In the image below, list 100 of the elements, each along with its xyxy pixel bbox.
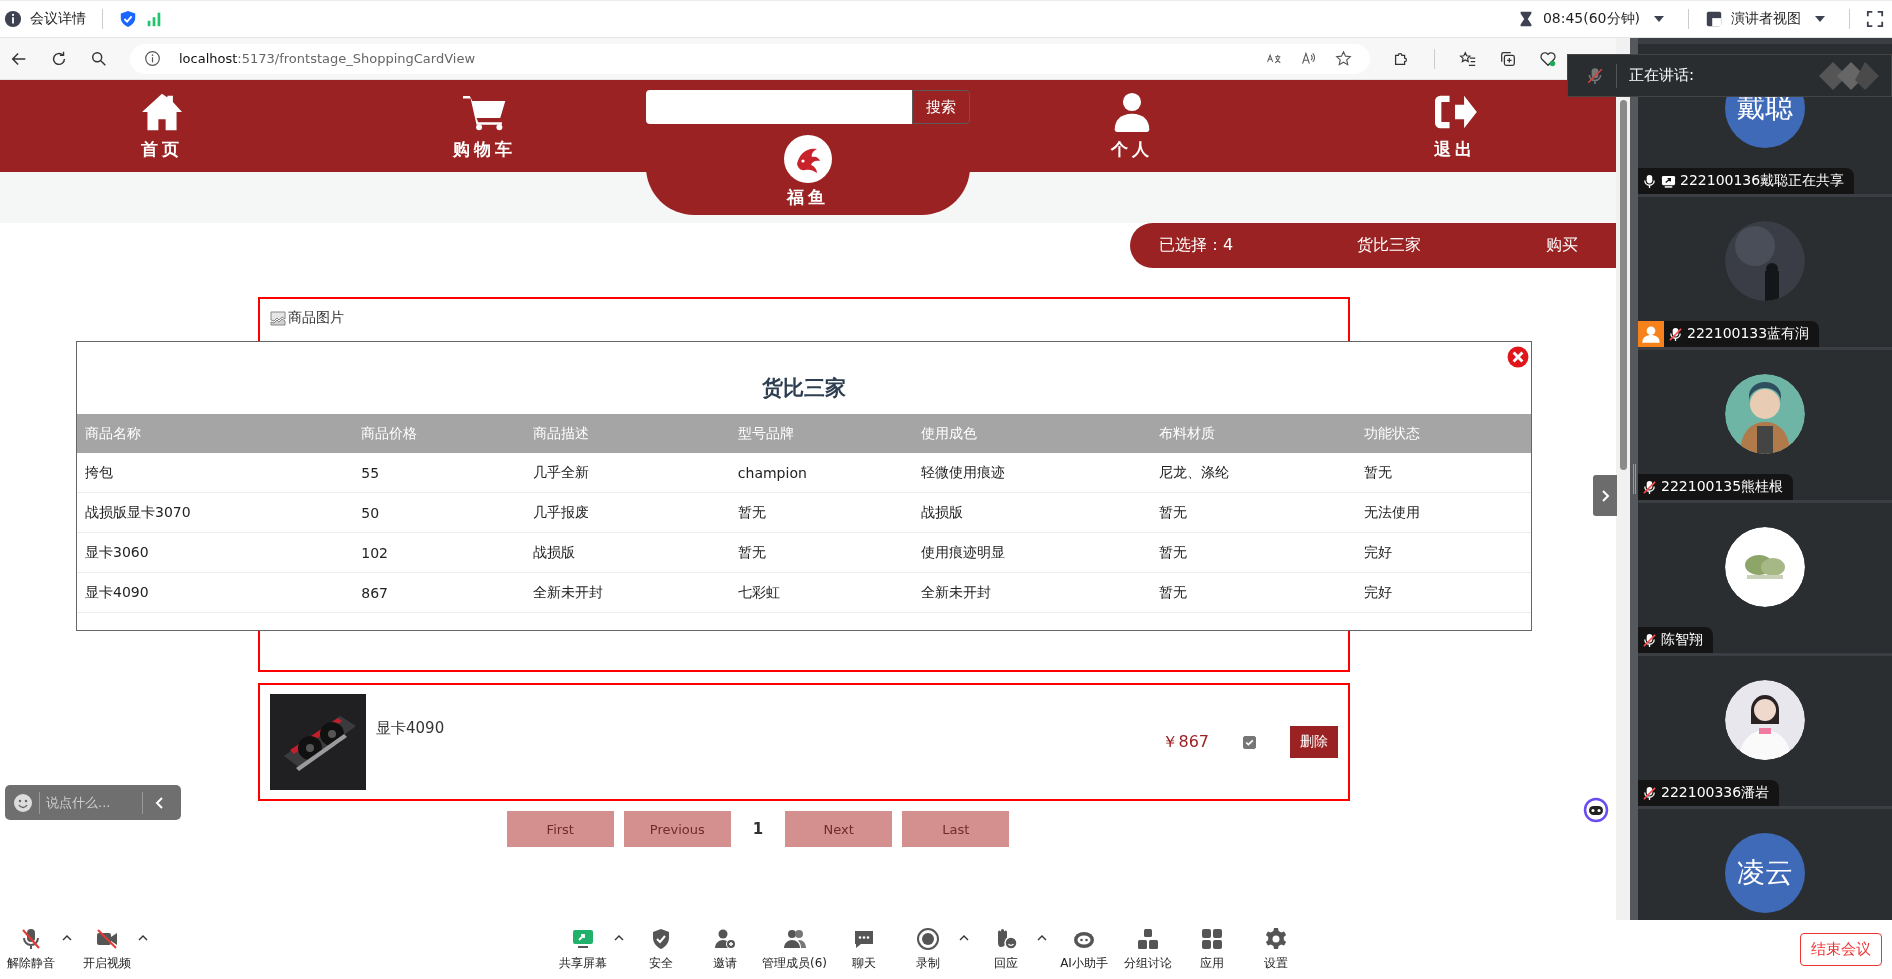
table-cell: 战损版 [913,492,1152,533]
close-icon[interactable] [1507,346,1529,368]
diamond-logo-icon [1819,61,1879,90]
toolbar-button[interactable]: 应用 [1181,923,1243,976]
selected-count: 已选择：4 [1159,235,1235,256]
toolbar-button[interactable]: 回应 [975,923,1037,976]
collapse-panel-button[interactable] [1593,475,1617,516]
table-cell: 显卡3060 [77,532,354,573]
toolbar-button[interactable]: 设置 [1245,923,1307,976]
table-cell: 几乎全新 [524,453,730,493]
address-bar[interactable]: localhost:5173/frontstage_ShoppingCardView [130,43,1370,74]
table-cell: 几乎报废 [524,492,730,533]
toolbar-button[interactable]: 开启视频 [76,923,138,976]
caret-icon[interactable] [959,935,969,941]
participant-label: 陈智翔 [1638,627,1713,653]
toolbar-button[interactable]: 分组讨论 [1117,923,1179,976]
delete-button[interactable]: 删除 [1290,726,1338,758]
caret-icon[interactable] [138,935,148,941]
page-button[interactable]: Last [902,811,1010,847]
current-page[interactable]: 1 [740,820,776,838]
dialog-title: 货比三家 [762,375,846,402]
buy-button[interactable]: 购买 [1546,235,1578,256]
microphone-muted-icon [19,927,43,951]
shield-check-icon[interactable] [119,10,137,28]
search-icon[interactable] [90,49,108,68]
column-header: 功能状态 [1356,414,1531,453]
grid-blocks-icon [1136,927,1160,951]
end-meeting-button[interactable]: 结束会议 [1800,933,1882,966]
url-text: localhost:5173/frontstage_ShoppingCardView [179,51,476,66]
chevron-right-icon[interactable] [1600,487,1610,504]
table-cell: 轻微使用痕迹 [913,453,1152,493]
fullscreen-icon[interactable] [1866,10,1884,28]
search-button[interactable]: 搜索 [912,90,970,124]
toolbar-button[interactable]: 管理成员(6) [758,923,831,976]
search-field[interactable] [646,90,912,124]
star-icon[interactable] [1335,50,1352,67]
toolbar-button[interactable]: 录制 [897,923,959,976]
info-icon[interactable] [144,50,161,67]
table-cell: 尼龙、涤纶 [1151,453,1357,493]
caret-icon[interactable] [1037,935,1047,941]
view-mode-selector[interactable]: 演讲者视图 [1731,10,1801,28]
caret-icon[interactable] [1654,16,1664,22]
nav-link[interactable]: 购物车 [453,91,516,161]
column-header: 商品名称 [77,414,354,453]
table-cell: 显卡4090 [77,572,354,613]
page-button[interactable]: Next [785,811,893,847]
scrollbar-thumb[interactable] [1620,100,1627,470]
meeting-timer: 08:45(60分钟) [1542,10,1640,28]
nav-link[interactable]: 首页 [139,91,184,161]
toolbar-button[interactable]: AI小助手 [1053,923,1115,976]
meeting-details-label[interactable]: 会议详情 [30,10,86,28]
toolbar-button[interactable]: 共享屏幕 [552,923,614,976]
nav-link[interactable]: 退出 [1432,91,1477,161]
read-aloud-icon[interactable] [1300,50,1317,67]
reload-icon[interactable] [50,49,68,68]
add-person-icon [713,927,737,951]
toolbar-button[interactable]: 安全 [630,923,692,976]
collections-icon[interactable] [1499,49,1517,68]
robot-icon[interactable] [1583,797,1609,823]
favorites-icon[interactable] [1459,49,1477,68]
toolbar-button[interactable]: 聊天 [833,923,895,976]
table-cell: 867 [353,572,525,613]
share-screen-icon [571,927,595,951]
nav-link[interactable]: 个人 [1109,91,1154,161]
caret-icon[interactable] [1815,16,1825,22]
table-cell: 全新未开封 [524,572,730,613]
table-cell: 102 [353,532,525,573]
page-button[interactable]: First [506,811,614,847]
caret-icon[interactable] [614,935,624,941]
avatar: 凌云 [1725,833,1805,913]
column-header: 商品价格 [353,414,525,453]
table-cell: 暂无 [1151,492,1357,533]
smiley-icon[interactable] [13,792,33,813]
chat-placeholder: 说点什么... [46,793,112,812]
table-cell: 完好 [1356,572,1531,613]
heart-pulse-icon[interactable] [1539,49,1557,68]
page-button[interactable]: Previous [623,811,731,847]
table-cell: 七彩虹 [729,572,913,613]
people-icon [782,927,807,951]
toolbar-button[interactable]: 解除静音 [0,923,62,976]
fish-logo-icon [783,134,833,184]
microphone-muted-icon [1586,66,1604,85]
table-cell: 暂无 [1151,572,1357,613]
info-icon[interactable] [4,10,22,28]
apps-icon [1200,927,1224,951]
column-header: 型号品牌 [729,414,913,453]
table-cell: 挎包 [77,453,354,493]
toolbar-button[interactable]: 邀请 [694,923,756,976]
caret-icon[interactable] [62,935,72,941]
table-cell: champion [729,453,913,493]
compare-button[interactable]: 货比三家 [1357,235,1546,256]
table-cell: 战损版 [524,532,730,573]
participant-label: 222100336潘岩 [1638,780,1780,806]
column-header: 商品描述 [524,414,730,453]
table-cell: 全新未开封 [913,572,1152,613]
record-icon [916,927,940,951]
checkbox[interactable] [1243,735,1256,749]
participant-label: 222100135熊桂根 [1638,474,1794,500]
table-cell: 暂无 [729,492,913,533]
chevron-left-icon[interactable] [155,794,165,811]
